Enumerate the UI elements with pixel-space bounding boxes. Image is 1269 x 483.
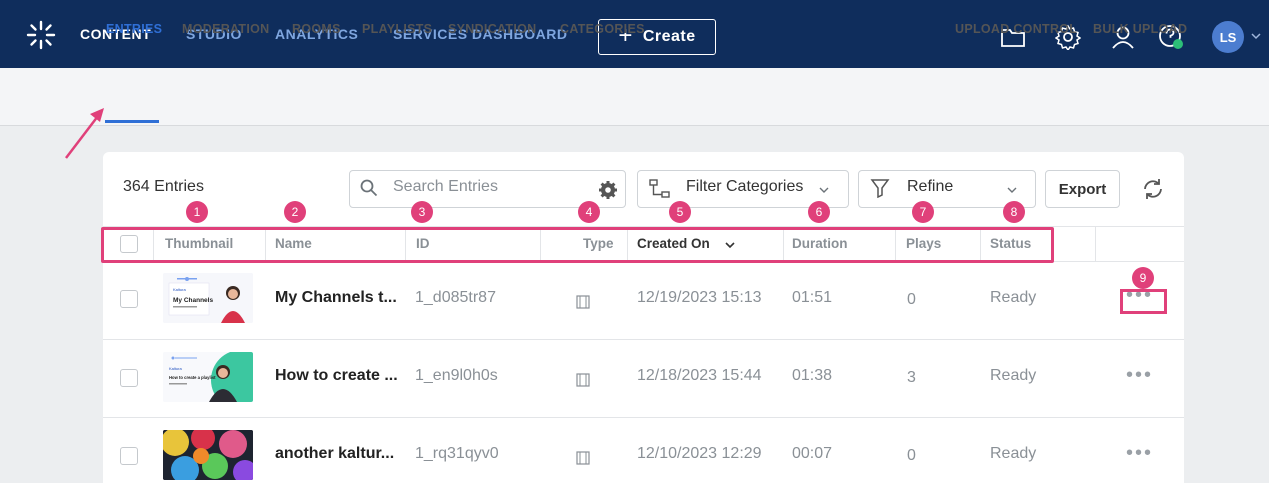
entry-created-on: 12/10/2023 12:29 <box>637 445 762 462</box>
entry-id: 1_en9l0h0s <box>415 367 498 384</box>
more-actions-icon[interactable]: ••• <box>1126 442 1153 465</box>
annotation-highlight-columns <box>101 227 1054 263</box>
row-checkbox[interactable] <box>120 447 138 465</box>
entry-duration: 00:07 <box>792 445 833 462</box>
video-type-icon <box>576 373 590 387</box>
entry-name[interactable]: How to create ... <box>275 367 398 385</box>
tab-moderation[interactable]: MODERATION <box>182 22 270 36</box>
entry-plays: 0 <box>907 291 916 308</box>
entry-thumbnail[interactable]: Kaltura My Channels <box>163 273 253 323</box>
entry-status: Ready <box>990 289 1037 306</box>
tab-bulk-upload[interactable]: BULK UPLOAD <box>1093 22 1187 36</box>
tab-categories[interactable]: CATEGORIES <box>560 22 645 36</box>
tab-rooms[interactable]: ROOMS <box>292 22 341 36</box>
search-settings-icon[interactable] <box>598 180 618 200</box>
annotation-badge: 1 <box>186 201 208 223</box>
chevron-down-icon <box>1007 187 1017 193</box>
annotation-highlight-actions <box>1120 289 1167 314</box>
entry-status: Ready <box>990 445 1037 462</box>
chevron-down-icon <box>819 187 829 193</box>
column-divider <box>1095 226 1096 262</box>
video-type-icon <box>576 295 590 309</box>
tab-upload-control[interactable]: UPLOAD CONTROL <box>955 22 1077 36</box>
search-icon <box>360 179 378 197</box>
thumbnail-title-text: My Channels <box>173 297 213 304</box>
entry-thumbnail[interactable] <box>163 430 253 480</box>
entry-plays: 0 <box>907 447 916 464</box>
annotation-badge: 8 <box>1003 201 1025 223</box>
row-checkbox[interactable] <box>120 290 138 308</box>
kaltura-logo-icon[interactable] <box>26 20 56 50</box>
create-label: Create <box>642 28 696 45</box>
avatar[interactable]: LS <box>1212 21 1244 53</box>
search-placeholder: Search Entries <box>393 178 498 195</box>
annotation-badge: 6 <box>808 201 830 223</box>
entry-created-on: 12/19/2023 15:13 <box>637 289 762 306</box>
tab-playlists[interactable]: PLAYLISTS <box>362 22 432 36</box>
refine-label: Refine <box>907 178 954 195</box>
annotation-badge: 7 <box>912 201 934 223</box>
row-checkbox[interactable] <box>120 369 138 387</box>
filter-categories-label: Filter Categories <box>686 178 804 195</box>
thumbnail-title-text: How to create a playlist <box>169 375 216 380</box>
annotation-badge: 2 <box>284 201 306 223</box>
entry-duration: 01:51 <box>792 289 833 306</box>
refresh-icon[interactable] <box>1141 177 1165 201</box>
entry-name[interactable]: My Channels t... <box>275 289 397 307</box>
entry-name[interactable]: another kaltur... <box>275 445 394 463</box>
thumbnail-image: Kaltura How to create a playlist <box>163 352 253 402</box>
annotation-badge: 4 <box>578 201 600 223</box>
entry-id: 1_d085tr87 <box>415 289 496 306</box>
entry-duration: 01:38 <box>792 367 833 384</box>
entry-thumbnail[interactable]: Kaltura How to create a playlist <box>163 352 253 402</box>
entry-status: Ready <box>990 367 1037 384</box>
chevron-down-icon[interactable] <box>1250 30 1262 42</box>
thumbnail-image <box>163 430 253 480</box>
export-button[interactable]: Export <box>1045 170 1120 208</box>
tab-syndication[interactable]: SYNDICATION <box>448 22 537 36</box>
filter-icon <box>870 179 890 198</box>
entry-created-on: 12/18/2023 15:44 <box>637 367 762 384</box>
tab-entries[interactable]: ENTRIES <box>106 22 162 36</box>
thumbnail-brand-text: Kaltura <box>173 287 186 292</box>
entry-plays: 3 <box>907 369 916 386</box>
more-actions-icon[interactable]: ••• <box>1126 364 1153 387</box>
annotation-badge: 5 <box>669 201 691 223</box>
video-type-icon <box>576 451 590 465</box>
entry-id: 1_rq31qyv0 <box>415 445 499 462</box>
thumbnail-image: Kaltura My Channels <box>163 273 253 323</box>
category-tree-icon <box>649 179 670 198</box>
sub-navigation <box>0 68 1269 126</box>
entries-count: 364 Entries <box>123 178 204 195</box>
thumbnail-brand-text: Kaltura <box>169 366 182 371</box>
annotation-badge: 3 <box>411 201 433 223</box>
